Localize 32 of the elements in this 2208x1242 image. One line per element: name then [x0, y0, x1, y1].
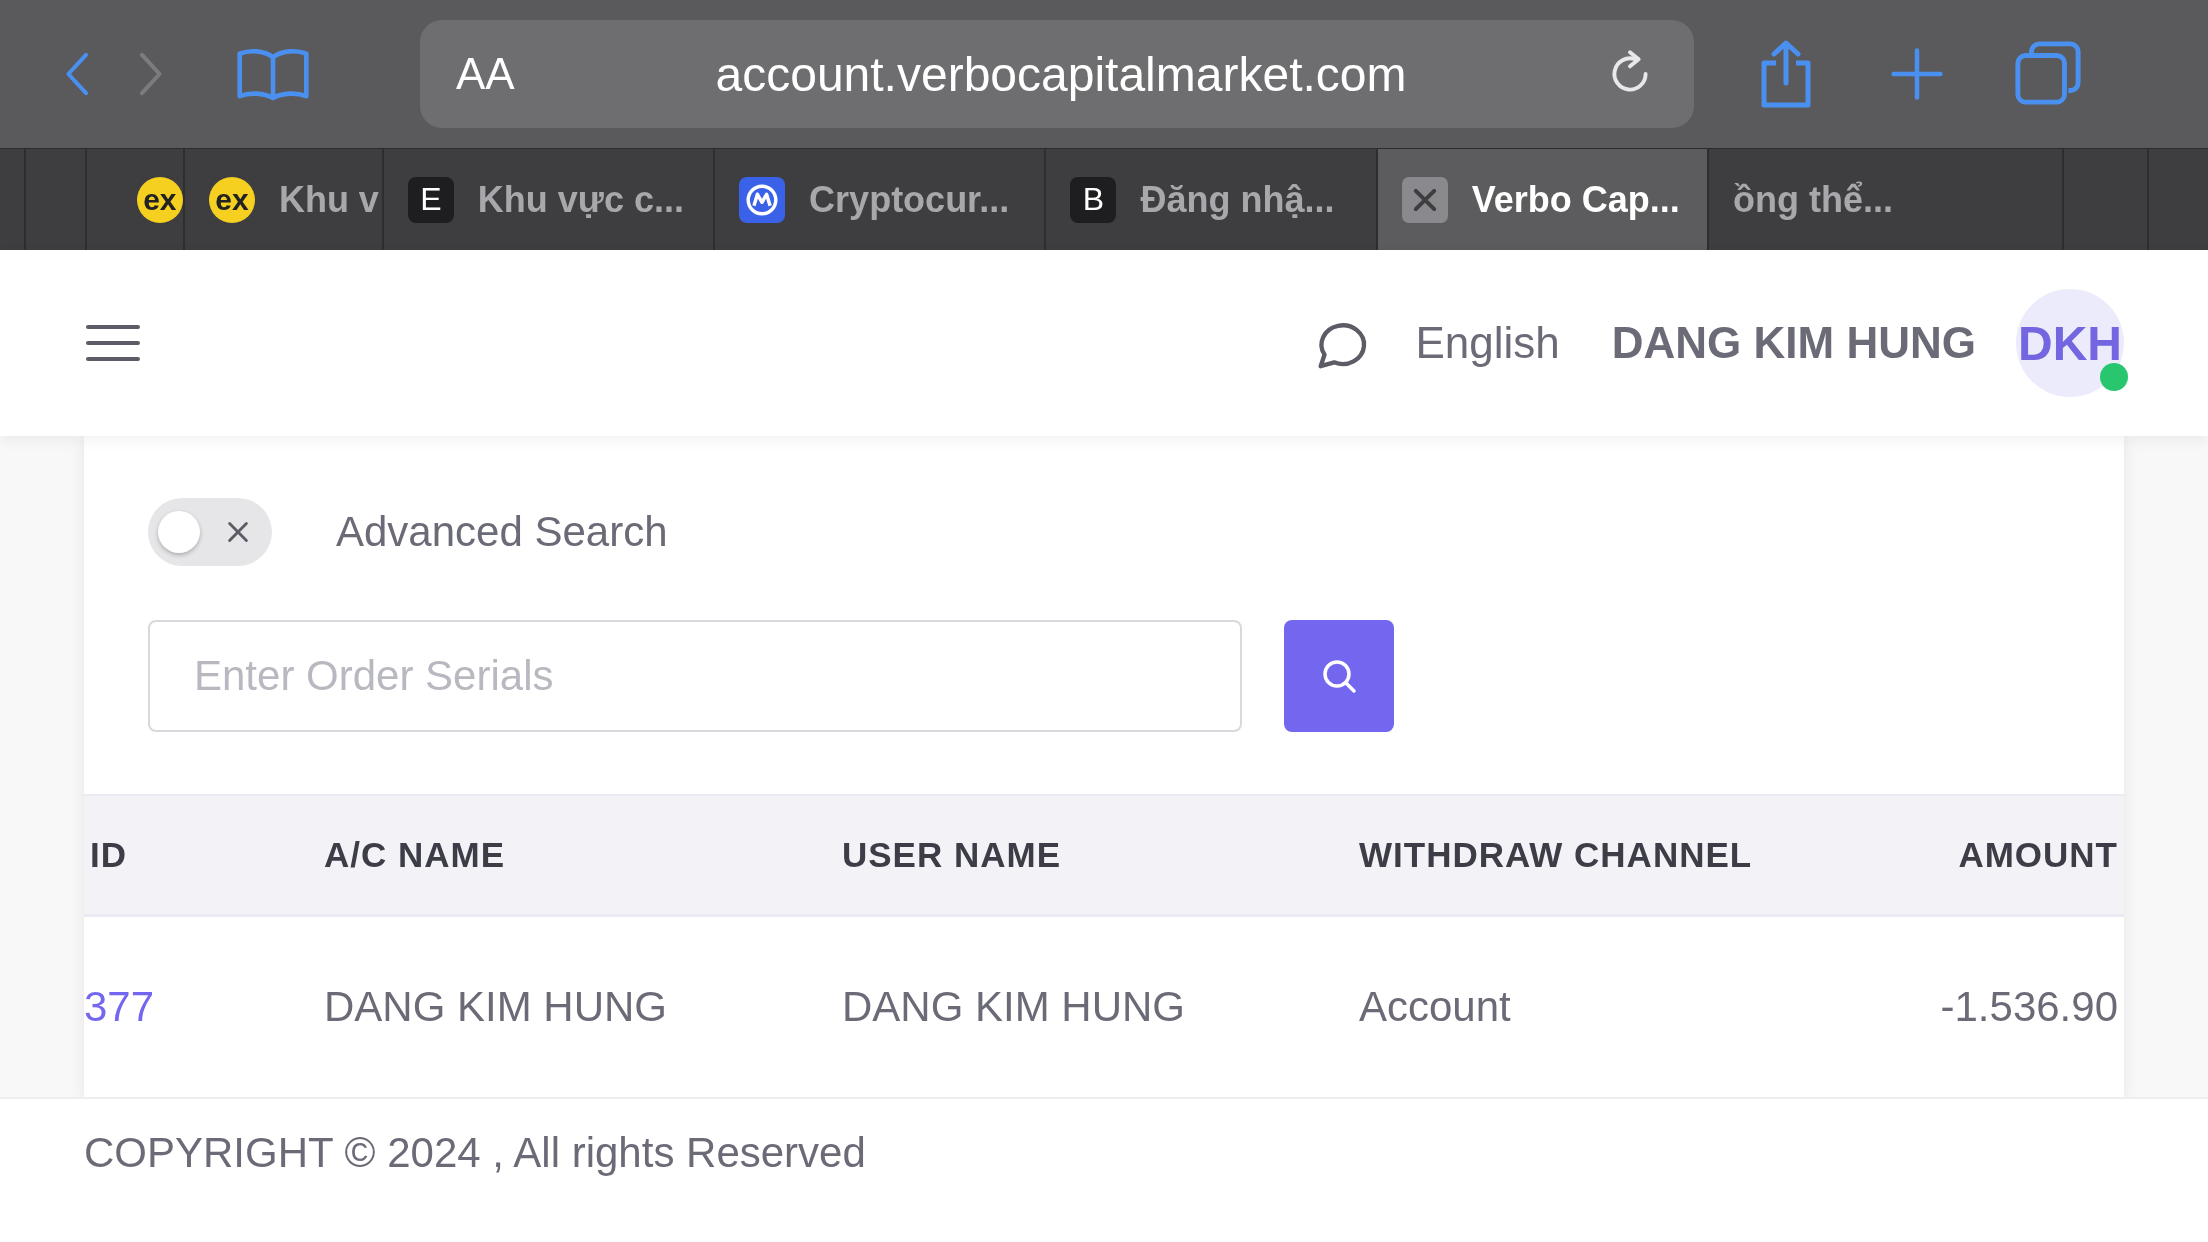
menu-icon[interactable]: [86, 323, 140, 363]
column-header: USER NAME: [842, 835, 1063, 875]
favicon: ex: [208, 176, 255, 223]
bookmarks-icon[interactable]: [236, 46, 310, 102]
language-selector[interactable]: English: [1415, 318, 1560, 368]
favicon-icon: [739, 176, 786, 223]
close-icon: [226, 520, 250, 544]
search-button[interactable]: [1284, 620, 1394, 732]
tabs-icon[interactable]: [2014, 40, 2082, 108]
close-tab-icon[interactable]: [1401, 176, 1448, 223]
toggle-knob[interactable]: [158, 511, 200, 553]
favicon: B: [1070, 176, 1117, 223]
column-header: ID: [89, 835, 128, 875]
advanced-search-label: Advanced Search: [336, 508, 668, 556]
table-cell-text: -1.536.90: [1939, 983, 2119, 1031]
favicon: ex: [136, 176, 183, 223]
address-bar[interactable]: AA account.verbocapitalmarket.com: [420, 20, 1694, 128]
user-name: DANG KIM HUNG: [1611, 318, 1976, 368]
browser-tab[interactable]: Verbo Cap...: [1375, 149, 1707, 250]
table-cell-text: DANG KIM HUNG: [324, 983, 668, 1031]
column-header: A/C NAME: [324, 835, 507, 875]
favicon: E: [407, 176, 454, 223]
id-link[interactable]: 377: [84, 983, 324, 1031]
table-cell-text: Account: [1359, 983, 1512, 1031]
url-text: account.verbocapitalmarket.com: [714, 46, 1408, 102]
table-cell-text: DANG KIM HUNG: [842, 983, 1186, 1031]
column-header: AMOUNT: [1957, 835, 2119, 875]
copyright-text: COPYRIGHT © 2024 , All rights Reserved: [84, 1129, 866, 1176]
text-size-button[interactable]: AA: [456, 49, 518, 99]
column-header: WITHDRAW CHANNEL: [1359, 835, 1754, 875]
search-field[interactable]: Enter Order Serials: [148, 620, 1242, 732]
new-tab-icon[interactable]: [1890, 47, 1944, 101]
